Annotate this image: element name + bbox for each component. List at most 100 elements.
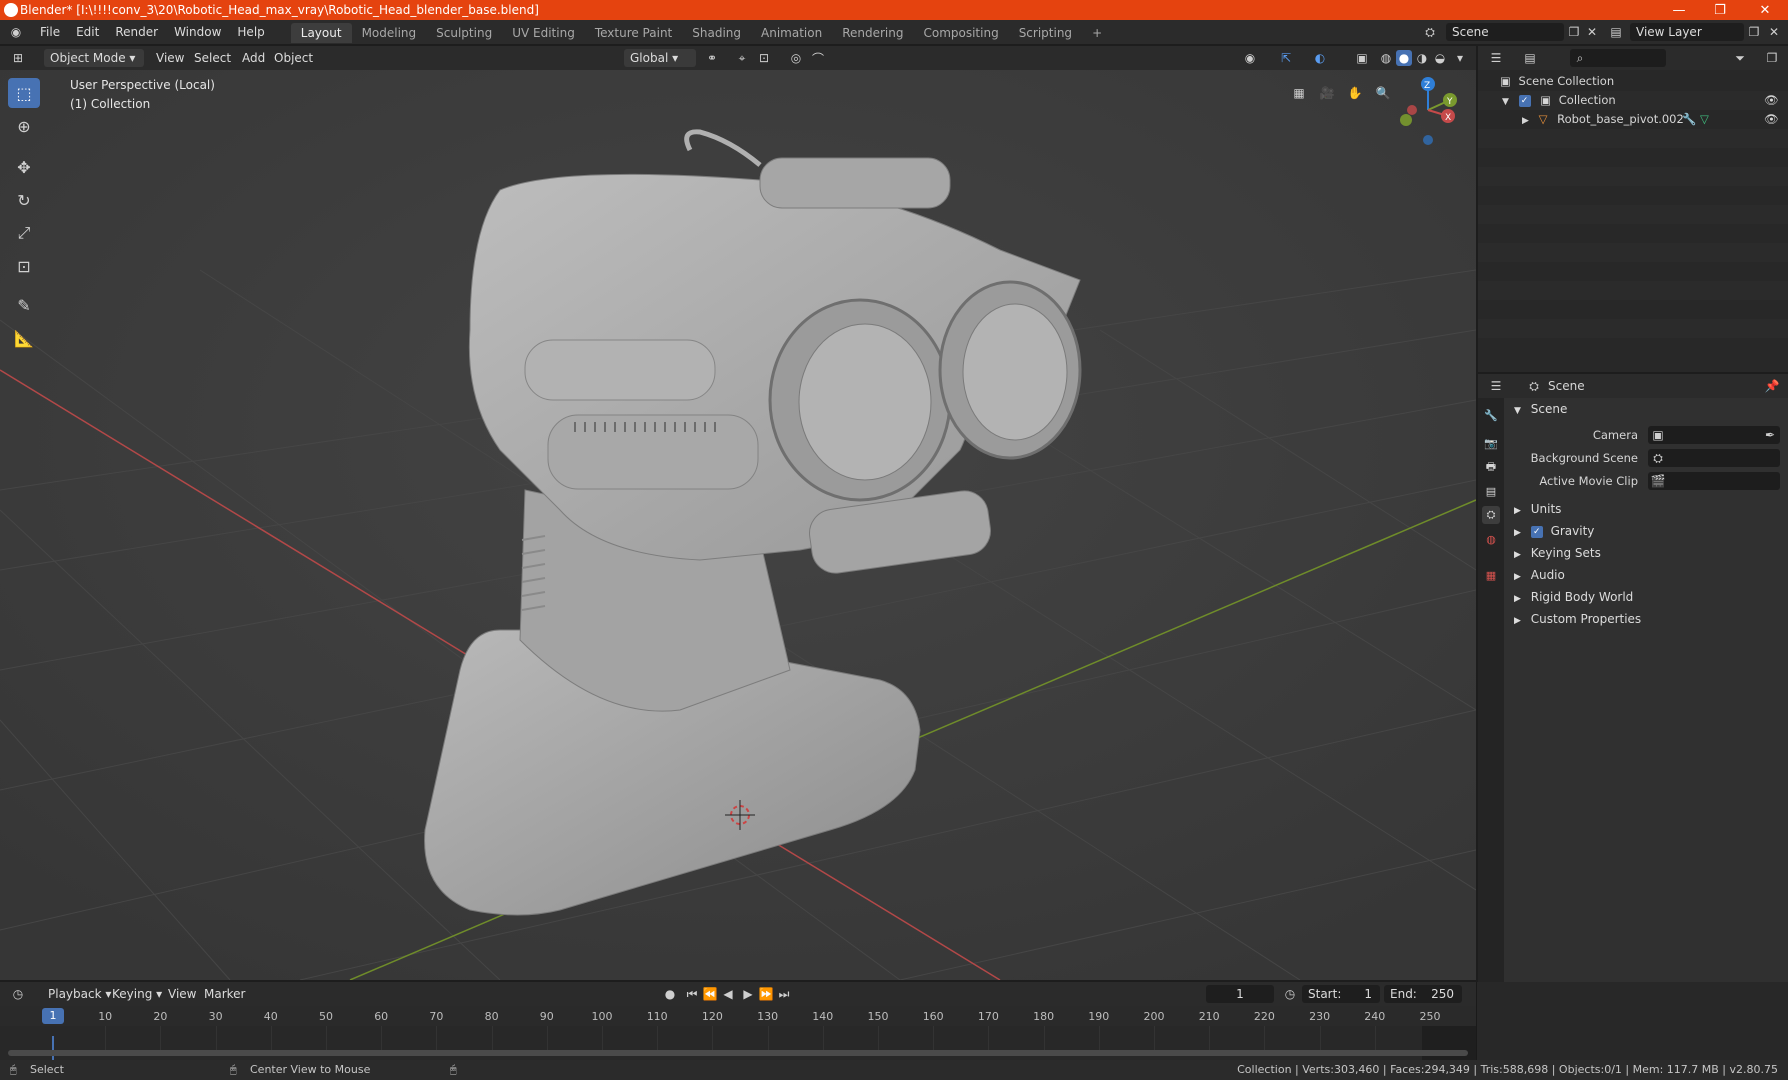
keying-sets-panel-header[interactable]: ▶ Keying Sets [1514,542,1601,564]
menu-keying[interactable]: Keying ▾ [106,985,168,1003]
editor-type-icon[interactable]: ⊞ [10,50,26,66]
tab-shading[interactable]: Shading [682,23,751,43]
jump-keyframe-back-icon[interactable]: ⏪ [702,986,718,1002]
play-reverse-icon[interactable]: ◀ [720,986,736,1002]
menu-select[interactable]: Select [188,49,237,67]
close-window-button[interactable]: ✕ [1742,0,1788,20]
scale-tool[interactable]: ⤢ [8,218,40,248]
rigid-body-world-panel-header[interactable]: ▶ Rigid Body World [1514,586,1633,608]
menu-marker[interactable]: Marker [198,985,251,1003]
scene-selector[interactable]: Scene [1446,23,1564,41]
outliner-row-object[interactable]: ▶ ▽ Robot_base_pivot.002 🔧 ▽ 👁 [1478,110,1788,129]
navigation-gizmo[interactable]: Z Y X [1392,74,1462,154]
custom-properties-panel-header[interactable]: ▶ Custom Properties [1514,608,1641,630]
start-frame-input[interactable]: Start: 1 [1302,985,1380,1003]
tab-texture-paint[interactable]: Texture Paint [585,23,682,43]
texture-tab-icon[interactable]: ▦ [1482,566,1500,584]
visibility-icon[interactable]: ◉ [1242,50,1258,66]
maximize-button[interactable]: ❐ [1697,0,1743,20]
menu-view[interactable]: View [150,49,190,67]
toggle-perspective-icon[interactable]: ▦ [1288,82,1310,104]
material-shading-icon[interactable]: ◑ [1414,50,1430,66]
end-frame-input[interactable]: End: 250 [1384,985,1462,1003]
transform-tool[interactable]: ⊡ [8,251,40,281]
scene-section-header[interactable]: ▼ Scene [1514,398,1567,420]
gravity-checkbox[interactable]: ✓ [1530,525,1543,538]
select-box-tool[interactable]: ⬚ [8,78,40,108]
solid-shading-icon[interactable]: ● [1396,50,1412,66]
object-eye-icon[interactable]: 👁 [1764,110,1779,129]
blender-menu-icon[interactable]: ◉ [8,24,24,40]
object-mode-dropdown[interactable]: Object Mode ▾ [44,49,144,67]
zoom-view-icon[interactable]: 🔍 [1372,82,1394,104]
tool-tab-icon[interactable]: 🔧 [1482,406,1500,424]
collection-eye-icon[interactable]: 👁 [1764,91,1779,110]
delete-scene-icon[interactable]: ✕ [1584,24,1600,40]
expand-arrow-icon[interactable]: ▼ [1502,97,1509,107]
jump-end-icon[interactable]: ⏭ [776,986,792,1002]
gravity-panel-header[interactable]: ▶ ✓ Gravity [1514,520,1594,542]
gizmo-toggle-icon[interactable]: ⇱ [1278,50,1294,66]
new-scene-icon[interactable]: ❐ [1566,24,1582,40]
view-layer-icon[interactable]: ▤ [1608,24,1624,40]
modifier-icon[interactable]: 🔧 [1682,110,1696,129]
3d-viewport[interactable]: ⬚ ⊕ ✥ ↻ ⤢ ⊡ ✎ 📐 User Perspective (Local)… [0,70,1476,980]
tab-modeling[interactable]: Modeling [352,23,427,43]
current-frame-input[interactable]: 1 [1206,985,1274,1003]
tab-uv-editing[interactable]: UV Editing [502,23,585,43]
add-workspace-button[interactable]: + [1082,23,1112,43]
view-layer-selector[interactable]: View Layer [1630,23,1744,41]
collection-checkbox[interactable]: ✓ [1518,94,1531,107]
delete-view-layer-icon[interactable]: ✕ [1766,24,1782,40]
menu-timeline-view[interactable]: View [162,985,202,1003]
tab-scripting[interactable]: Scripting [1009,23,1082,43]
mesh-data-icon[interactable]: ▽ [1700,110,1709,129]
tab-compositing[interactable]: Compositing [913,23,1008,43]
new-collection-icon[interactable]: ❐ [1764,50,1780,66]
falloff-icon[interactable]: ⌒ [810,50,826,66]
timeline-editor-type-icon[interactable]: ◷ [10,986,26,1002]
scene-icon[interactable]: ⛭ [1422,24,1438,40]
proportional-edit-icon[interactable]: ◎ [788,50,804,66]
timeline-area[interactable]: 10 20 30 40 50 60 70 80 90 100 110 120 130 140 150 160 1… [0,1006,1476,1060]
snap-target-icon[interactable]: ⊡ [756,50,772,66]
wireframe-shading-icon[interactable]: ◍ [1378,50,1394,66]
tab-layout[interactable]: Layout [290,23,352,43]
outliner-editor-type-icon[interactable]: ☰ [1488,50,1504,66]
timeline-scrollbar[interactable] [8,1050,1468,1056]
record-icon[interactable]: ● [662,986,678,1002]
move-tool[interactable]: ✥ [8,152,40,182]
eyedropper-icon[interactable]: ✒ [1762,427,1778,443]
scene-tab-icon[interactable]: ⛭ [1482,506,1500,524]
shading-options-icon[interactable]: ▾ [1452,50,1468,66]
pan-view-icon[interactable]: ✋ [1344,82,1366,104]
preview-range-icon[interactable]: ◷ [1282,986,1298,1002]
collapse-arrow-icon[interactable]: ▶ [1522,116,1529,126]
transform-orientation-dropdown[interactable]: Global ▾ [624,49,696,67]
menu-file[interactable]: File [32,20,68,44]
jump-keyframe-forward-icon[interactable]: ⏩ [758,986,774,1002]
rendered-shading-icon[interactable]: ◒ [1432,50,1448,66]
outliner-search-input[interactable]: ⌕ [1570,49,1666,67]
audio-panel-header[interactable]: ▶ Audio [1514,564,1565,586]
active-movie-clip-field[interactable]: 🎬 [1648,472,1780,490]
filter-icon[interactable]: ⏷ [1732,50,1748,66]
jump-start-icon[interactable]: ⏮ [684,986,700,1002]
annotate-tool[interactable]: ✎ [8,290,40,320]
tab-sculpting[interactable]: Sculpting [426,23,502,43]
minimize-button[interactable]: — [1656,0,1702,20]
camera-field[interactable]: ▣ ✒ [1648,426,1780,444]
menu-window[interactable]: Window [166,20,229,44]
pivot-point-icon[interactable]: ⚭ [704,50,720,66]
cursor-tool[interactable]: ⊕ [8,111,40,141]
overlay-toggle-icon[interactable]: ◐ [1312,50,1328,66]
menu-add[interactable]: Add [236,49,271,67]
menu-render[interactable]: Render [107,20,166,44]
display-mode-icon[interactable]: ▤ [1522,50,1538,66]
tab-animation[interactable]: Animation [751,23,832,43]
outliner-row-collection[interactable]: ▼ ✓ ▣ Collection 👁 [1478,91,1788,110]
tab-rendering[interactable]: Rendering [832,23,913,43]
outliner-row-scene-collection[interactable]: ▣ Scene Collection [1478,72,1788,91]
menu-edit[interactable]: Edit [68,20,107,44]
playhead-marker[interactable]: 1 [42,1008,64,1024]
